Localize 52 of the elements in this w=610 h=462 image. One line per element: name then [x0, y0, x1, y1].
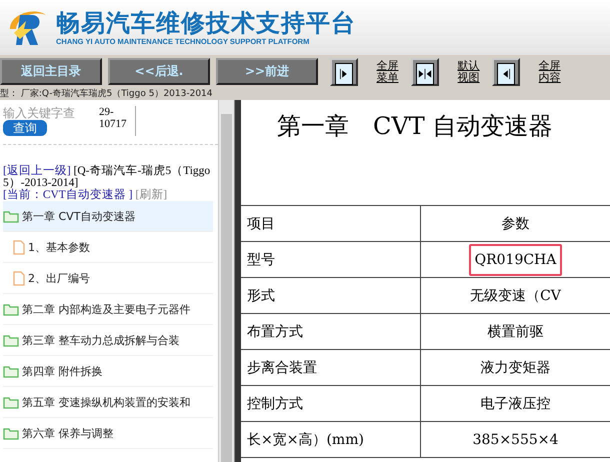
folder-icon: [3, 426, 19, 440]
current-link[interactable]: [当前：CVT自动变速器 ]: [3, 189, 133, 201]
document-icon: [13, 240, 25, 254]
folder-icon: [3, 396, 19, 408]
refresh-link[interactable]: [刷新]: [135, 189, 168, 201]
back-link[interactable]: [返回上一级]: [3, 165, 71, 177]
tree-item[interactable]: 第六章 保养与调整: [3, 418, 213, 449]
table-cell: 型号: [241, 242, 421, 278]
table-cell-text: 电子液压控: [480, 394, 552, 414]
view-link[interactable]: 全屏内容: [538, 60, 562, 84]
breadcrumb-path: 型： 厂家:Q-奇瑞汽车瑞虎5（Tiggo 5）2013-2014: [0, 88, 610, 100]
tree-item[interactable]: 第二章 内部构造及主要电子元器件: [3, 294, 213, 325]
tree-item[interactable]: 2、出厂编号: [3, 263, 213, 294]
nav-button[interactable]: >>前进: [216, 58, 318, 85]
table-cell-text: 385×555×4: [472, 430, 560, 450]
tree-item[interactable]: 第一章 CVT自动变速器: [3, 201, 213, 232]
table-header: 参数: [421, 206, 610, 242]
folder-icon: [3, 364, 19, 378]
search-button[interactable]: 查询: [3, 120, 47, 136]
table-cell: 步离合装置: [241, 350, 421, 386]
table-header: 项目: [241, 206, 421, 242]
nav-button[interactable]: 返回主目录: [0, 58, 102, 85]
view-button[interactable]: [330, 58, 358, 86]
site-title: 畅易汽车维修技术支持平台: [56, 9, 356, 37]
table-cell: 控制方式: [241, 386, 421, 422]
view-link[interactable]: 全屏菜单: [376, 60, 400, 84]
table-cell: 形式: [241, 278, 421, 314]
table-cell-text: 无级变速（CV: [469, 286, 562, 306]
tree-item[interactable]: 1、基本参数: [3, 232, 213, 263]
tree-item[interactable]: 第五章 变速操纵机构装置的安装和: [3, 387, 213, 418]
view-button[interactable]: [492, 58, 520, 86]
highlighted-value: QR019CHA: [468, 244, 562, 276]
tree-item[interactable]: 第三章 整车动力总成拆解与合装: [3, 325, 213, 356]
record-number: 29-10717: [99, 106, 136, 136]
view-link[interactable]: 默认视图: [457, 60, 480, 84]
arrow-panel-icon: [335, 62, 353, 84]
table-cell-text: 液力变矩器: [480, 358, 552, 378]
table-cell: 长×宽×高）(mm): [241, 422, 421, 458]
view-button[interactable]: [411, 58, 440, 86]
nav-button[interactable]: <<后退.: [108, 58, 210, 85]
table-cell: 布置方式: [241, 314, 421, 350]
split-view-icon: [416, 62, 434, 84]
scrollbar[interactable]: [218, 100, 234, 462]
tree-item[interactable]: 第四章 附件拆换: [3, 356, 213, 387]
table-cell-text: 横置前驱: [486, 322, 544, 342]
arrow-panel-icon: [497, 62, 516, 84]
folder-icon: [3, 334, 19, 346]
chapter-title: 第一章 CVT 自动变速器: [277, 111, 554, 142]
location-text: [返回上一级] [Q-奇瑞汽车-瑞虎5（Tiggo 5）-2013-2014] [当前：CVT自动变速器 ] [刷新]: [3, 165, 212, 201]
folder-icon: [3, 302, 19, 316]
document-icon: [13, 270, 25, 286]
folder-icon: [3, 210, 19, 222]
